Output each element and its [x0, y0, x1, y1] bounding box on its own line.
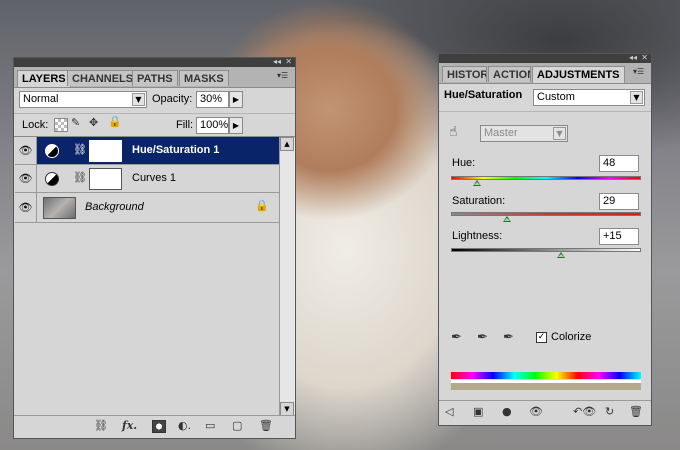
lock-all-icon[interactable]: 🔒 — [108, 115, 122, 128]
chevron-down-icon: ▼ — [132, 93, 145, 106]
adjustments-titlebar[interactable]: ◂◂ ✕ — [439, 53, 651, 63]
collapse-icon[interactable]: ◂◂ — [273, 57, 281, 66]
hue-slider-knob[interactable] — [473, 180, 482, 186]
mask-link-icon[interactable]: ⛓ — [73, 143, 87, 156]
layer-name[interactable]: Background — [85, 201, 144, 213]
colorize-result-bar — [451, 383, 641, 390]
blend-mode-select[interactable]: Normal ▼ — [19, 91, 147, 108]
new-group-icon[interactable]: ▭ — [205, 419, 215, 432]
fill-label: Fill: — [176, 119, 194, 131]
tab-history[interactable]: HISTOR — [442, 66, 487, 82]
adjustments-panel: ◂◂ ✕ HISTOR ACTION ADJUSTMENTS ▾☰ Hue/Sa… — [438, 53, 652, 426]
saturation-slider-track[interactable] — [451, 212, 641, 222]
lightness-slider-track[interactable] — [451, 248, 641, 258]
opacity-label: Opacity: — [152, 93, 193, 105]
adjustments-toolbar: ◁ ▣ ● 👁 ↶👁 ↻ 🗑 — [439, 400, 651, 425]
layers-panel: ◂◂ ✕ LAYERS CHANNELS PATHS MASKS ▾☰ Norm… — [13, 57, 296, 439]
lightness-slider-knob[interactable] — [557, 252, 566, 258]
preset-select[interactable]: Custom ▼ — [533, 89, 645, 106]
fill-dropdown-arrow[interactable]: ▶ — [229, 117, 243, 134]
visibility-eye-icon[interactable]: 👁 — [15, 193, 37, 222]
clip-to-layer-icon[interactable]: ● — [502, 405, 512, 418]
reset-icon[interactable]: ↻ — [605, 405, 614, 418]
adjustments-tab-row: HISTOR ACTION ADJUSTMENTS ▾☰ — [439, 63, 651, 84]
layer-style-fx-icon[interactable]: fx. — [122, 419, 137, 432]
adjustment-layer-icon — [45, 144, 59, 158]
fill-input[interactable]: 100% — [196, 117, 229, 134]
hue-label: Hue: — [452, 157, 476, 169]
colorize-label[interactable]: Colorize — [551, 331, 591, 343]
saturation-label: Saturation: — [452, 195, 506, 207]
lightness-input[interactable]: +15 — [599, 228, 639, 245]
collapse-icon[interactable]: ◂◂ — [629, 53, 637, 62]
layers-toolbar: ⛓ fx. ◐. ▭ ▢ 🗑 — [14, 415, 295, 438]
scroll-up-arrow[interactable]: ▲ — [280, 137, 294, 151]
panel-menu-icon[interactable]: ▾☰ — [277, 71, 291, 83]
back-arrow-icon[interactable]: ◁ — [445, 405, 453, 418]
lock-transparency-icon[interactable] — [54, 118, 68, 132]
tab-actions[interactable]: ACTION — [488, 66, 531, 82]
view-previous-state-icon[interactable]: ↶👁 — [573, 405, 596, 418]
layers-scrollbar[interactable]: ▲ ▼ — [279, 137, 295, 416]
scroll-down-arrow[interactable]: ▼ — [280, 402, 294, 416]
visibility-eye-icon[interactable]: 👁 — [15, 165, 37, 192]
lock-move-icon[interactable]: ✥ — [89, 116, 98, 129]
eyedropper-minus-icon[interactable]: ✒ — [503, 330, 514, 345]
title-divider — [439, 111, 651, 112]
add-mask-icon[interactable] — [152, 420, 166, 433]
input-color-bar — [451, 372, 641, 379]
layer-name[interactable]: Hue/Saturation 1 — [132, 144, 219, 156]
tab-channels[interactable]: CHANNELS — [67, 70, 139, 86]
tab-paths[interactable]: PATHS — [132, 70, 178, 86]
lock-divider — [14, 113, 295, 114]
layer-image-thumbnail[interactable] — [43, 197, 76, 219]
layer-row-hue-saturation[interactable]: 👁 ⛓ Hue/Saturation 1 — [15, 137, 291, 165]
saturation-slider-knob[interactable] — [503, 216, 512, 222]
panel-menu-icon[interactable]: ▾☰ — [633, 67, 647, 79]
eyedropper-plus-icon[interactable]: ✒ — [477, 330, 488, 345]
close-icon[interactable]: ✕ — [285, 57, 292, 66]
expanded-view-icon[interactable]: ▣ — [473, 405, 483, 418]
layer-lock-icon: 🔒 — [255, 199, 269, 212]
chevron-down-icon: ▼ — [553, 127, 566, 140]
channel-select[interactable]: Master ▼ — [480, 125, 568, 142]
adjustment-layer-icon — [45, 172, 59, 186]
adjustment-title: Hue/Saturation — [444, 89, 523, 101]
preset-value: Custom — [537, 91, 575, 103]
close-icon[interactable]: ✕ — [641, 53, 648, 62]
delete-layer-icon[interactable]: 🗑 — [259, 419, 273, 432]
layers-panel-titlebar[interactable]: ◂◂ ✕ — [14, 57, 295, 67]
layer-mask-thumbnail[interactable] — [89, 168, 122, 190]
mask-link-icon[interactable]: ⛓ — [73, 171, 87, 184]
saturation-input[interactable]: 29 — [599, 193, 639, 210]
chevron-down-icon: ▼ — [630, 91, 643, 104]
visibility-eye-icon[interactable]: 👁 — [15, 137, 37, 164]
layer-mask-thumbnail[interactable] — [89, 140, 122, 162]
lock-brush-icon[interactable]: ✎ — [71, 116, 80, 129]
layer-name[interactable]: Curves 1 — [132, 172, 176, 184]
layer-row-curves[interactable]: 👁 ⛓ Curves 1 — [15, 165, 291, 193]
new-layer-icon[interactable]: ▢ — [232, 419, 242, 432]
colorize-checkbox[interactable]: ✓ — [536, 332, 547, 343]
lock-label: Lock: — [22, 119, 49, 131]
link-layers-icon[interactable]: ⛓ — [94, 419, 108, 432]
layers-list: 👁 ⛓ Hue/Saturation 1 👁 ⛓ Curves 1 👁 Back… — [14, 136, 295, 417]
tab-adjustments[interactable]: ADJUSTMENTS — [532, 66, 625, 83]
tab-layers[interactable]: LAYERS — [17, 70, 71, 87]
on-image-adjust-hand-icon[interactable]: ☝ — [449, 124, 458, 140]
tab-masks[interactable]: MASKS — [179, 70, 229, 86]
layer-row-background[interactable]: 👁 Background 🔒 — [15, 193, 291, 223]
blend-mode-value: Normal — [23, 93, 59, 105]
eyedropper-icon[interactable]: ✒ — [451, 330, 462, 345]
new-adjustment-layer-icon[interactable]: ◐. — [178, 419, 191, 432]
delete-adjustment-icon[interactable]: 🗑 — [629, 405, 643, 418]
hue-slider-track[interactable] — [451, 176, 641, 186]
visibility-eye-icon[interactable]: 👁 — [529, 405, 543, 418]
lightness-label: Lightness: — [452, 230, 503, 242]
opacity-input[interactable]: 30% — [196, 91, 229, 108]
hue-input[interactable]: 48 — [599, 155, 639, 172]
opacity-dropdown-arrow[interactable]: ▶ — [229, 91, 243, 108]
channel-value: Master — [484, 127, 518, 139]
layers-tab-row: LAYERS CHANNELS PATHS MASKS ▾☰ — [14, 67, 295, 88]
